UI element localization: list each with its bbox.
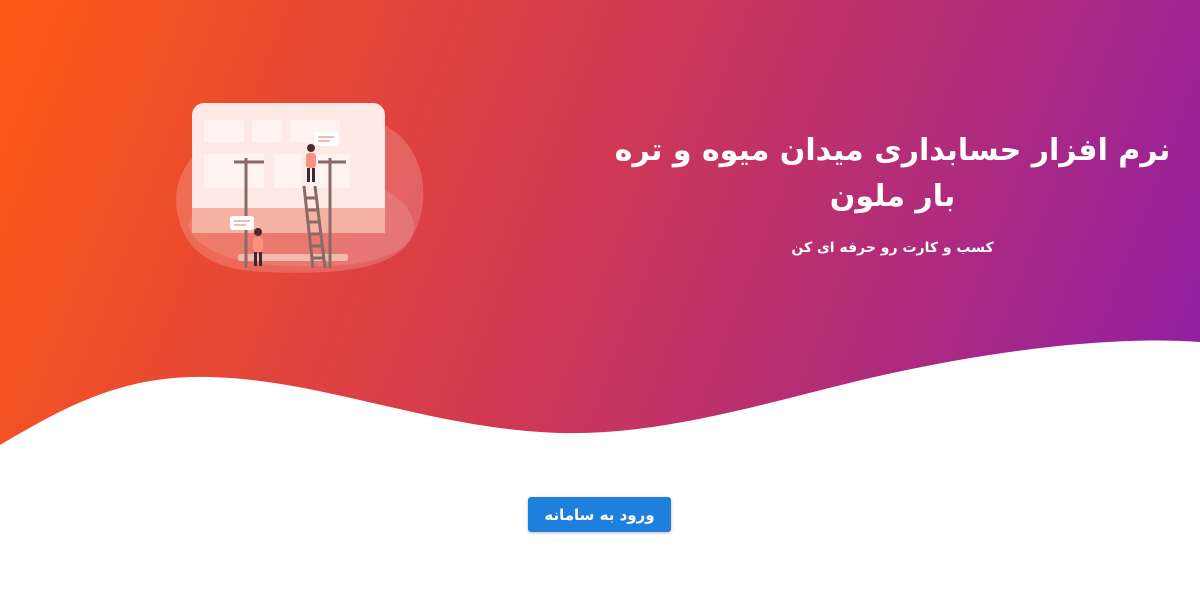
hero-text: نرم افزار حسابداری میدان میوه و تره بار … xyxy=(600,128,1185,256)
hero-title: نرم افزار حسابداری میدان میوه و تره بار … xyxy=(614,133,1171,214)
landing-page: نرم افزار حسابداری میدان میوه و تره بار … xyxy=(0,0,1200,589)
speech-bubble-bottom xyxy=(230,216,254,230)
hero-subtitle: کسب و کارت رو حرفه ای کن xyxy=(791,240,994,256)
workers-at-board-illustration xyxy=(176,103,424,273)
login-button[interactable]: ورود به سامانه xyxy=(528,497,671,532)
speech-bubble-top xyxy=(314,132,338,146)
